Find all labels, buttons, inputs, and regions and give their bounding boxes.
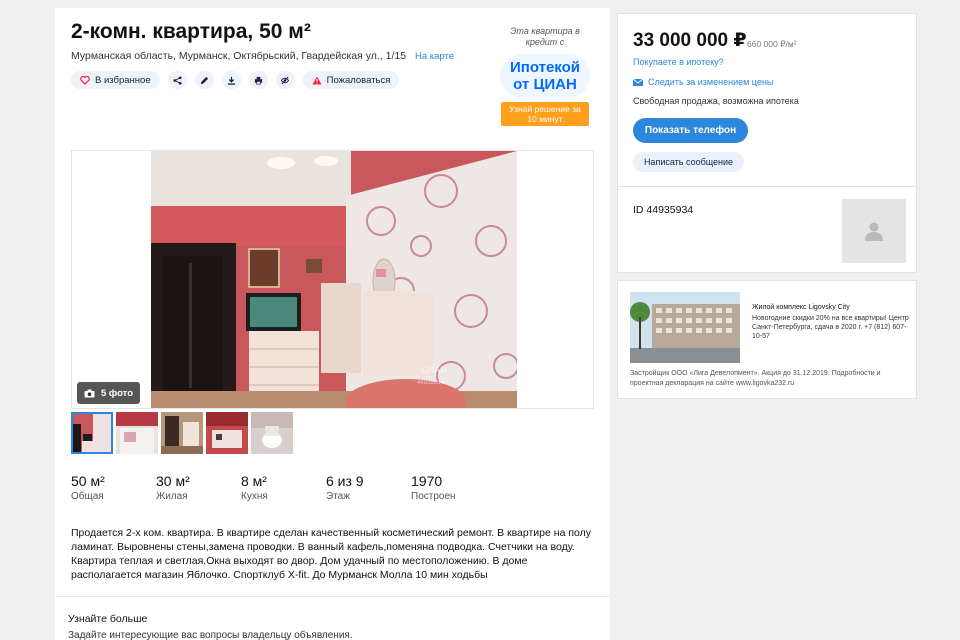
map-link[interactable]: На карте [415, 51, 454, 62]
share-icon [173, 75, 182, 85]
fact-label: Этаж [326, 491, 350, 502]
show-phone-button[interactable]: Показать телефон [633, 118, 748, 143]
promo-caption: Эта квартира в кредит с [510, 26, 580, 47]
thumbnail-5[interactable] [251, 412, 293, 454]
price: 33 000 000 ₽ [633, 30, 747, 51]
object-id: ID 44935934 [633, 204, 694, 216]
thumbnail-image [251, 412, 293, 454]
promo-button[interactable]: Узнай решение за 10 минут [501, 102, 589, 126]
watch-price-link[interactable]: Следить за изменением цены [633, 77, 773, 87]
pencil-icon [200, 76, 208, 84]
fact-kitchen-area: 8 м² Кухня [241, 473, 326, 502]
price-per-m2: 660 000 ₽/м² [747, 39, 797, 49]
printer-icon [254, 76, 262, 84]
envelope-icon [633, 78, 643, 86]
fact-total-area: 50 м² Общая [71, 473, 156, 502]
fact-living-area: 30 м² Жилая [156, 473, 241, 502]
fact-value: 30 м² [156, 473, 190, 489]
thumbnail-2[interactable] [116, 412, 158, 454]
watermark-id: 44935934 [417, 380, 444, 386]
fact-label: Кухня [241, 491, 268, 502]
thumbnail-3[interactable] [161, 412, 203, 454]
learn-more-title: Узнайте больше [68, 613, 148, 625]
watch-price-label: Следить за изменением цены [648, 77, 774, 87]
thumbnail-4[interactable] [206, 412, 248, 454]
eye-off-icon [280, 76, 290, 84]
ad-banner[interactable]: Жилой комплекс Ligovsky City Новогодние … [617, 280, 917, 399]
photo-count-badge[interactable]: 5 фото [77, 382, 141, 404]
warning-icon [312, 76, 322, 84]
fact-floor: 6 из 9 Этаж [326, 473, 411, 502]
mortgage-promo[interactable]: Эта квартира в кредит с Ипотекой от ЦИАН… [495, 26, 595, 126]
fact-year-built: 1970 Построен [411, 473, 496, 502]
write-message-button[interactable]: Написать сообщение [633, 152, 744, 172]
user-icon [865, 222, 883, 241]
thumbnail-image [116, 412, 158, 454]
favorite-label: В избранное [95, 74, 151, 86]
ad-footer: Застройщик ООО «Лига Девелопмент». Акция… [630, 370, 881, 387]
fact-value: 1970 [411, 473, 443, 489]
ad-text: Новогодние скидки 20% на все квартиры! Ц… [752, 315, 909, 340]
address: Мурманская область, Мурманск, Октябрьски… [71, 50, 454, 62]
watermark: ЦИАН [421, 365, 447, 375]
learn-more-text: Задайте интересующие вас вопросы владель… [68, 630, 353, 640]
fact-value: 8 м² [241, 473, 267, 489]
facts-row: 50 м² Общая 30 м² Жилая 8 м² Кухня 6 из … [71, 473, 496, 502]
download-icon [227, 76, 235, 85]
page-title: 2-комн. квартира, 50 м² [71, 20, 311, 43]
thumbnail-image [161, 412, 203, 454]
fact-label: Построен [411, 491, 456, 502]
favorite-button[interactable]: В избранное [71, 71, 160, 89]
divider [55, 596, 610, 597]
description-text: Продается 2-х ком. квартира. В квартире … [71, 527, 591, 581]
heart-icon [80, 75, 90, 85]
fact-value: 50 м² [71, 473, 105, 489]
sale-type: Свободная продажа, возможна ипотека [633, 96, 799, 106]
action-bar: В избранное Пожаловаться [71, 71, 400, 89]
address-text: Мурманская область, Мурманск, Октябрьски… [71, 50, 407, 62]
print-button[interactable] [248, 71, 268, 89]
mortgage-link[interactable]: Покупаете в ипотеку? [633, 57, 724, 67]
complain-label: Пожаловаться [326, 74, 391, 86]
share-button[interactable] [167, 71, 187, 89]
fact-value: 6 из 9 [326, 473, 364, 489]
owner-card: ID 44935934 [617, 186, 917, 273]
camera-icon [84, 389, 95, 397]
thumbnail-strip [71, 412, 293, 454]
hide-button[interactable] [275, 71, 295, 89]
complain-button[interactable]: Пожаловаться [302, 71, 400, 89]
ad-image [630, 292, 740, 363]
cian-mortgage-logo: Ипотекой от ЦИАН [500, 54, 590, 98]
fact-label: Жилая [156, 491, 188, 502]
listing-main: 2-комн. квартира, 50 м² Мурманская облас… [55, 8, 610, 640]
thumbnail-image [71, 412, 113, 454]
ad-title: Жилой комплекс Ligovsky City [752, 304, 850, 311]
room-photo-image: ЦИАН 44935934 [151, 151, 517, 408]
price-card: 33 000 000 ₽ 660 000 ₽/м² Покупаете в ип… [617, 13, 917, 187]
edit-button[interactable] [194, 71, 214, 89]
thumbnail-1[interactable] [71, 412, 113, 454]
photo-count-label: 5 фото [101, 387, 134, 399]
fact-label: Общая [71, 491, 104, 502]
thumbnail-image [206, 412, 248, 454]
photo-gallery: ЦИАН 44935934 5 фото [71, 150, 594, 409]
avatar [842, 199, 906, 263]
building-image [630, 292, 740, 363]
main-photo[interactable]: ЦИАН 44935934 [151, 151, 517, 408]
download-button[interactable] [221, 71, 241, 89]
